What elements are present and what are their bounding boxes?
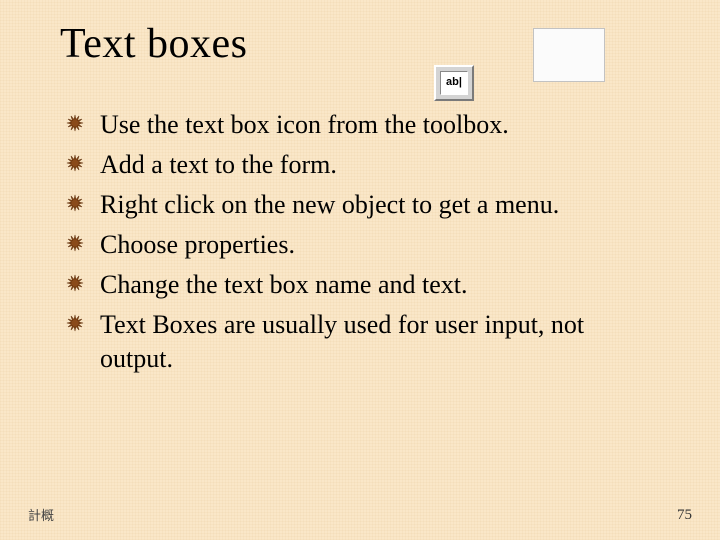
list-item-text: Choose properties.: [100, 228, 660, 262]
starburst-icon: [60, 188, 100, 218]
starburst-icon: [60, 308, 100, 338]
page-number: 75: [677, 507, 692, 524]
list-item: Add a text to the form.: [60, 148, 660, 182]
list-item-text: Add a text to the form.: [100, 148, 660, 182]
starburst-icon: [60, 148, 100, 178]
starburst-icon: [60, 108, 100, 138]
starburst-icon: [60, 228, 100, 258]
slide-title: Text boxes: [60, 20, 248, 68]
list-item: Change the text box name and text.: [60, 268, 660, 302]
bullet-list: Use the text box icon from the toolbox. A…: [60, 108, 660, 382]
list-item: Choose properties.: [60, 228, 660, 262]
list-item: Text Boxes are usually used for user inp…: [60, 308, 660, 376]
list-item: Right click on the new object to get a m…: [60, 188, 660, 222]
list-item-text: Use the text box icon from the toolbox.: [100, 108, 660, 142]
footer-label: 計概: [28, 505, 54, 524]
textbox-toolbox-icon: ab|: [434, 65, 474, 101]
starburst-icon: [60, 268, 100, 298]
list-item: Use the text box icon from the toolbox.: [60, 108, 660, 142]
list-item-text: Text Boxes are usually used for user inp…: [100, 308, 660, 376]
textbox-icon-glyph: ab|: [446, 76, 462, 88]
toolbox-screenshot-frame: ab|: [533, 28, 605, 82]
list-item-text: Right click on the new object to get a m…: [100, 188, 660, 222]
list-item-text: Change the text box name and text.: [100, 268, 660, 302]
